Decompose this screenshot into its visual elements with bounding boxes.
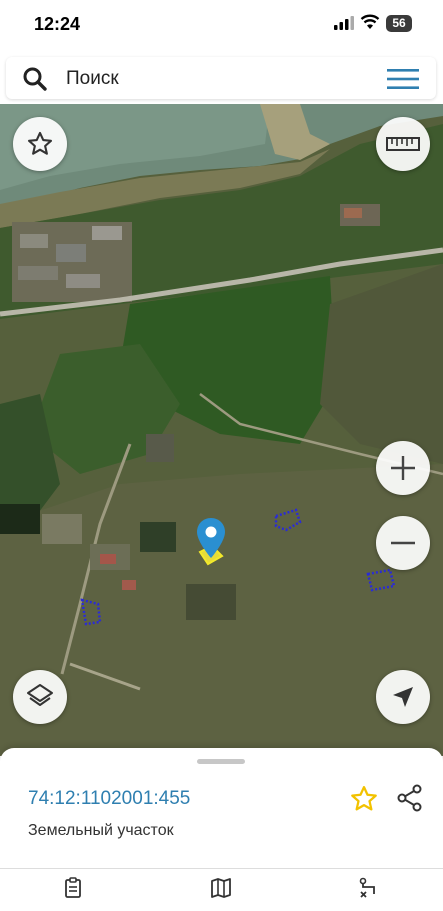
map-pin-icon[interactable] (197, 518, 225, 558)
bottom-navigation[interactable] (0, 868, 443, 911)
ruler-button[interactable] (376, 117, 430, 171)
zoom-in-icon (391, 456, 415, 480)
sheet-drag-handle[interactable] (197, 759, 245, 764)
nav-tab-map[interactable] (191, 877, 251, 904)
my-location-button[interactable] (376, 670, 430, 724)
search-bar[interactable]: Поиск (6, 57, 436, 99)
parcel-info-sheet[interactable]: 74:12:1102001:455 Земельный участок (0, 748, 443, 868)
zoom-out-button[interactable] (376, 516, 430, 570)
zoom-out-icon (391, 541, 415, 545)
search-input[interactable]: Поиск (66, 68, 119, 90)
cadastral-number[interactable]: 74:12:1102001:455 (28, 788, 190, 810)
status-time: 12:24 (34, 14, 81, 34)
zoom-in-button[interactable] (376, 441, 430, 495)
route-icon (359, 877, 375, 898)
map-icon (211, 878, 231, 898)
search-icon (23, 67, 47, 91)
cellular-signal-icon (334, 16, 354, 30)
map-view[interactable] (0, 104, 443, 756)
hamburger-menu-icon[interactable] (387, 69, 419, 89)
wifi-icon (360, 14, 380, 29)
nav-tab-routes[interactable] (339, 877, 399, 904)
nav-tab-info[interactable] (43, 877, 103, 904)
star-icon (27, 131, 53, 155)
layers-button[interactable] (13, 670, 67, 724)
share-icon[interactable] (395, 783, 425, 813)
battery-indicator: 56 (386, 15, 412, 32)
document-icon (65, 877, 81, 898)
parcel-type: Земельный участок (28, 822, 174, 839)
favorite-map-button[interactable] (13, 117, 67, 171)
status-bar: 12:24 56 (0, 0, 443, 52)
layers-icon (27, 684, 53, 706)
satellite-imagery[interactable] (0, 104, 443, 756)
location-arrow-icon (393, 687, 413, 707)
ruler-icon (386, 137, 420, 151)
favorite-star-icon[interactable] (349, 784, 379, 814)
